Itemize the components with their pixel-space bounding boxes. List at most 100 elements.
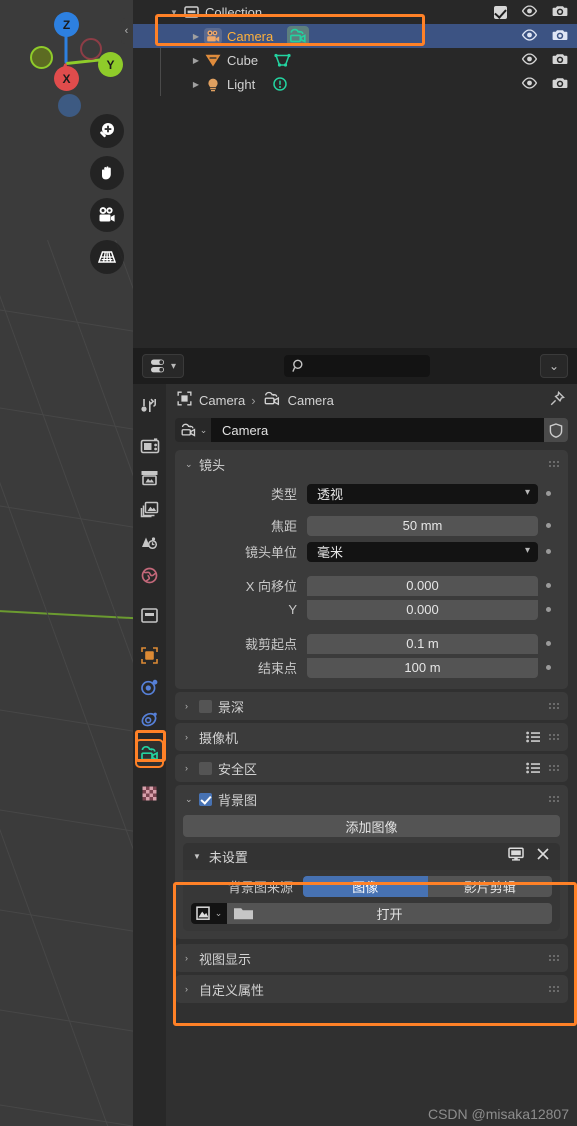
panel-custom-properties[interactable]: › 自定义属性 (175, 975, 568, 1003)
camera-data-icon[interactable] (287, 26, 310, 46)
panel-background-images-header[interactable]: ⌄ 背景图 (175, 785, 568, 813)
source-option-movie-clip[interactable]: 影片剪辑 (427, 876, 552, 897)
3d-viewport[interactable]: Z Y X ‹ (0, 0, 133, 1126)
drag-grip-icon[interactable] (548, 764, 559, 772)
panel-depth-of-field[interactable]: › 景深 (175, 692, 568, 720)
presets-list-icon[interactable] (526, 731, 540, 746)
camera-data-name-field[interactable]: Camera (211, 418, 544, 442)
monitor-icon[interactable] (508, 847, 524, 864)
disable-render-camera-icon[interactable] (552, 4, 569, 21)
clip-start-field[interactable]: 0.1 m (307, 633, 538, 654)
panel-viewport-display-header[interactable]: › 视图显示 (175, 944, 568, 972)
tab-constraints[interactable] (136, 706, 163, 733)
tab-object-data-camera[interactable] (135, 739, 164, 768)
tab-render[interactable] (136, 432, 163, 459)
outliner-row-light[interactable]: ▶ Light (133, 72, 577, 96)
panel-lens-header[interactable]: ⌄ 镜头 (175, 450, 568, 478)
outliner-row-collection[interactable]: ▼ Collection (133, 0, 577, 24)
properties-editor[interactable]: ▾ ⌄ Camera › Camera ⌄ Camera ⌄ 镜头 类型 透视 … (133, 348, 577, 1126)
panel-safe-areas[interactable]: › 安全区 (175, 754, 568, 782)
gizmo-ball-neg-z[interactable] (58, 94, 81, 117)
disable-render-camera-icon[interactable] (552, 52, 569, 69)
expand-triangle-icon[interactable]: ▶ (189, 32, 203, 41)
add-image-button[interactable]: 添加图像 (183, 815, 560, 837)
animate-property-dot[interactable] (538, 583, 558, 588)
hide-eye-icon[interactable] (521, 52, 538, 68)
tab-view-layer[interactable] (136, 496, 163, 523)
panel-safe-areas-header[interactable]: › 安全区 (175, 754, 568, 782)
source-option-image[interactable]: 图像 (303, 876, 428, 897)
clip-end-field[interactable]: 100 m (307, 657, 538, 678)
tab-object[interactable] (136, 642, 163, 669)
animate-property-dot[interactable] (538, 549, 558, 554)
search-input[interactable] (284, 355, 430, 377)
filter-dropdown-button[interactable]: ⌄ (540, 354, 568, 378)
properties-body[interactable]: Camera › Camera ⌄ Camera ⌄ 镜头 类型 透视 ▾ 焦距… (166, 384, 577, 1126)
drag-grip-icon[interactable] (548, 954, 559, 962)
depth-of-field-checkbox[interactable] (199, 699, 212, 713)
outliner-row-camera[interactable]: ▶ Camera (133, 24, 577, 48)
focal-length-field[interactable]: 50 mm (307, 515, 538, 536)
shift-x-field[interactable]: 0.000 (307, 575, 538, 596)
close-icon[interactable] (536, 847, 550, 864)
tab-scene[interactable] (136, 530, 163, 557)
breadcrumb-object-label[interactable]: Camera (199, 393, 245, 408)
gizmo-ball-z[interactable]: Z (54, 12, 79, 37)
tab-output[interactable] (136, 464, 163, 491)
drag-grip-icon[interactable] (548, 702, 559, 710)
camera-view-button[interactable] (90, 198, 124, 232)
camera-data-id-block[interactable]: ⌄ Camera (175, 418, 568, 442)
expand-triangle-icon[interactable]: ▼ (167, 8, 181, 17)
lens-unit-dropdown[interactable]: 毫米 ▾ (307, 541, 538, 562)
tab-world[interactable] (136, 562, 163, 589)
panel-viewport-display[interactable]: › 视图显示 (175, 944, 568, 972)
gizmo-ball-x[interactable]: X (54, 66, 79, 91)
tab-physics[interactable] (136, 674, 163, 701)
panel-camera[interactable]: › 摄像机 (175, 723, 568, 751)
panel-camera-header[interactable]: › 摄像机 (175, 723, 568, 751)
exclude-checkbox[interactable] (494, 5, 507, 19)
background-images-checkbox[interactable] (199, 792, 212, 806)
pin-icon[interactable] (549, 390, 565, 410)
editor-type-dropdown[interactable]: ▾ (142, 354, 184, 378)
browse-camera-data-button[interactable]: ⌄ (175, 418, 211, 442)
lens-type-dropdown[interactable]: 透视 ▾ (307, 483, 538, 504)
properties-tab-strip[interactable] (133, 384, 166, 1126)
safe-areas-checkbox[interactable] (199, 761, 212, 775)
expand-triangle-icon[interactable]: ▶ (189, 80, 203, 89)
zoom-button[interactable] (90, 114, 124, 148)
fake-user-shield-icon[interactable] (544, 418, 568, 442)
gizmo-ball-neg-y[interactable] (80, 38, 102, 60)
disable-render-camera-icon[interactable] (552, 28, 569, 45)
browse-image-button[interactable]: ⌄ (191, 903, 227, 924)
disable-render-camera-icon[interactable] (552, 76, 569, 93)
animate-property-dot[interactable] (538, 523, 558, 528)
drag-grip-icon[interactable] (548, 733, 559, 741)
drag-grip-icon[interactable] (548, 795, 559, 803)
breadcrumb-data-label[interactable]: Camera (288, 393, 334, 408)
hide-eye-icon[interactable] (521, 4, 538, 20)
gizmo-ball-y[interactable]: Y (98, 52, 123, 77)
background-source-toggle[interactable]: 图像 影片剪辑 (303, 876, 552, 897)
hide-eye-icon[interactable] (521, 28, 538, 44)
hide-eye-icon[interactable] (521, 76, 538, 92)
animate-property-dot[interactable] (538, 665, 558, 670)
animate-property-dot[interactable] (538, 607, 558, 612)
animate-property-dot[interactable] (538, 491, 558, 496)
tab-tool[interactable] (136, 392, 163, 419)
outliner-editor[interactable]: ▼ Collection ▶ Camera ▶ Cube ▶ Light (133, 0, 577, 348)
drag-grip-icon[interactable] (548, 985, 559, 993)
mesh-data-icon[interactable] (272, 50, 294, 70)
toggle-perspective-button[interactable] (90, 240, 124, 274)
shift-y-field[interactable]: 0.000 (307, 599, 538, 620)
presets-list-icon[interactable] (526, 762, 540, 777)
gizmo-ball-neg-x[interactable] (30, 46, 53, 69)
tab-collection[interactable] (136, 602, 163, 629)
viewport-sidebar-toggle[interactable]: ‹ (121, 18, 132, 44)
panel-depth-of-field-header[interactable]: › 景深 (175, 692, 568, 720)
outliner-row-cube[interactable]: ▶ Cube (133, 48, 577, 72)
animate-property-dot[interactable] (538, 641, 558, 646)
tab-texture[interactable] (136, 780, 163, 807)
background-image-item-header[interactable]: ▼ 未设置 (183, 843, 560, 870)
drag-grip-icon[interactable] (548, 460, 559, 468)
